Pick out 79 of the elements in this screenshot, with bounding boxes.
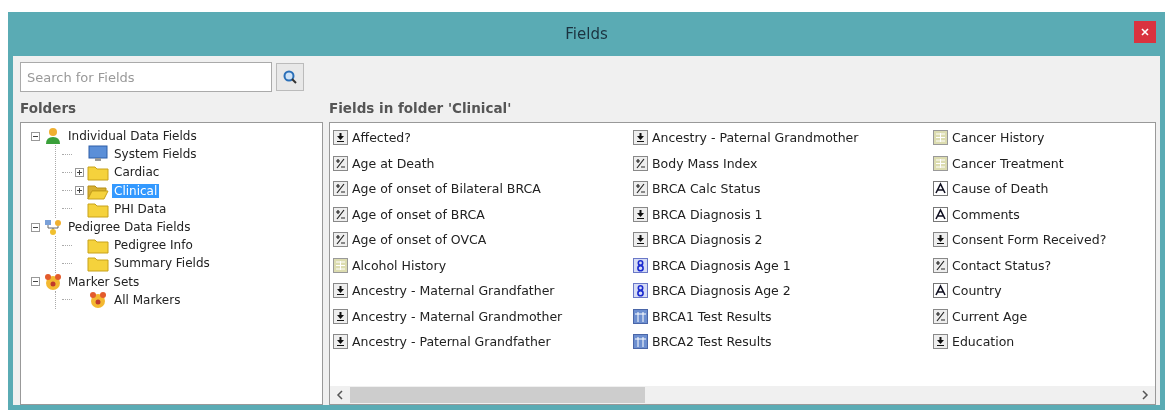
field-item[interactable]: BRCA1 Test Results bbox=[652, 308, 772, 324]
tree-item[interactable]: Cardiac bbox=[112, 165, 162, 180]
tree-item[interactable]: Pedigree Data Fields bbox=[66, 220, 193, 235]
expander-icon[interactable] bbox=[75, 186, 84, 196]
field-item[interactable]: Age of onset of BRCA bbox=[352, 206, 485, 222]
field-item[interactable]: Consent Form Received? bbox=[952, 232, 1107, 248]
expander-icon[interactable] bbox=[31, 222, 40, 232]
pedigree-icon bbox=[43, 218, 63, 237]
tree-item[interactable]: System Fields bbox=[112, 147, 199, 162]
horizontal-scrollbar[interactable] bbox=[330, 386, 1155, 404]
grid-icon bbox=[933, 155, 948, 171]
expander-icon[interactable] bbox=[75, 167, 84, 177]
table-icon bbox=[633, 308, 648, 324]
grid-icon bbox=[933, 130, 948, 146]
field-item[interactable]: Ancestry - Paternal Grandmother bbox=[652, 130, 859, 146]
field-item[interactable]: Ancestry - Maternal Grandfather bbox=[352, 283, 555, 299]
field-item[interactable]: Education bbox=[952, 334, 1015, 350]
close-icon bbox=[1141, 28, 1149, 36]
folders-heading: Folders bbox=[20, 100, 78, 118]
field-item[interactable]: BRCA Diagnosis 2 bbox=[652, 232, 763, 248]
close-button[interactable] bbox=[1134, 21, 1156, 43]
field-item[interactable]: Age at Death bbox=[352, 155, 435, 171]
field-item[interactable]: Alcohol History bbox=[352, 257, 447, 273]
tree-item[interactable]: Marker Sets bbox=[66, 274, 142, 289]
grid-icon bbox=[333, 257, 348, 273]
plus-minus-icon bbox=[333, 232, 348, 248]
scroll-right-icon[interactable] bbox=[1141, 390, 1149, 400]
text-icon bbox=[933, 206, 948, 222]
window-title: Fields bbox=[565, 25, 608, 43]
scrollbar-thumb[interactable] bbox=[350, 387, 645, 403]
person-icon bbox=[43, 127, 63, 146]
table-icon bbox=[633, 334, 648, 350]
field-item[interactable]: Country bbox=[952, 283, 1002, 299]
field-item[interactable]: Contact Status? bbox=[952, 257, 1052, 273]
tree-item[interactable]: PHI Data bbox=[112, 201, 169, 216]
plus-minus-icon bbox=[333, 181, 348, 197]
plus-minus-icon bbox=[333, 206, 348, 222]
field-item[interactable]: BRCA Diagnosis Age 2 bbox=[652, 283, 791, 299]
tree-item[interactable]: Individual Data Fields bbox=[66, 129, 199, 144]
markers-icon bbox=[43, 272, 63, 291]
scroll-left-icon[interactable] bbox=[336, 390, 344, 400]
folder-icon bbox=[87, 236, 109, 255]
field-item[interactable]: Current Age bbox=[952, 308, 1028, 324]
folder-icon bbox=[87, 254, 109, 273]
field-item[interactable]: BRCA Diagnosis Age 1 bbox=[652, 257, 791, 273]
field-item[interactable]: Age of onset of Bilateral BRCA bbox=[352, 181, 541, 197]
plus-minus-icon bbox=[933, 308, 948, 324]
integer-icon bbox=[633, 283, 648, 299]
tree-item[interactable]: All Markers bbox=[112, 292, 183, 307]
field-item[interactable]: BRCA Diagnosis 1 bbox=[652, 206, 763, 222]
fields-heading: Fields in folder 'Clinical' bbox=[328, 100, 513, 118]
tree-item[interactable]: Summary Fields bbox=[112, 256, 212, 271]
integer-icon bbox=[633, 257, 648, 273]
field-item[interactable]: Age of onset of OVCA bbox=[352, 232, 487, 248]
search-icon bbox=[282, 69, 298, 85]
expander-icon[interactable] bbox=[31, 131, 40, 141]
field-item[interactable]: Affected? bbox=[352, 130, 411, 146]
field-item[interactable]: BRCA Calc Status bbox=[652, 181, 761, 197]
expander-icon[interactable] bbox=[31, 277, 40, 287]
folder-icon bbox=[87, 163, 109, 182]
tree-item[interactable]: Pedigree Info bbox=[112, 238, 195, 253]
field-item[interactable]: Cause of Death bbox=[952, 181, 1049, 197]
plus-minus-icon bbox=[333, 155, 348, 171]
field-item[interactable]: BRCA2 Test Results bbox=[652, 334, 772, 350]
field-item[interactable]: Cancer Treatment bbox=[952, 155, 1064, 171]
text-icon bbox=[933, 283, 948, 299]
search-field[interactable]: Search for Fields bbox=[20, 62, 272, 92]
plus-minus-icon bbox=[633, 155, 648, 171]
field-item[interactable]: Body Mass Index bbox=[652, 155, 758, 171]
monitor-icon bbox=[87, 145, 109, 164]
field-item[interactable]: Comments bbox=[952, 206, 1020, 222]
search-button[interactable] bbox=[276, 63, 304, 91]
field-item[interactable]: Ancestry - Paternal Grandfather bbox=[352, 334, 551, 350]
text-icon bbox=[933, 181, 948, 197]
plus-minus-icon bbox=[933, 257, 948, 273]
field-item[interactable]: Cancer History bbox=[952, 130, 1045, 146]
plus-minus-icon bbox=[633, 181, 648, 197]
field-item[interactable]: Ancestry - Maternal Grandmother bbox=[352, 308, 563, 324]
markers-icon bbox=[87, 290, 109, 309]
